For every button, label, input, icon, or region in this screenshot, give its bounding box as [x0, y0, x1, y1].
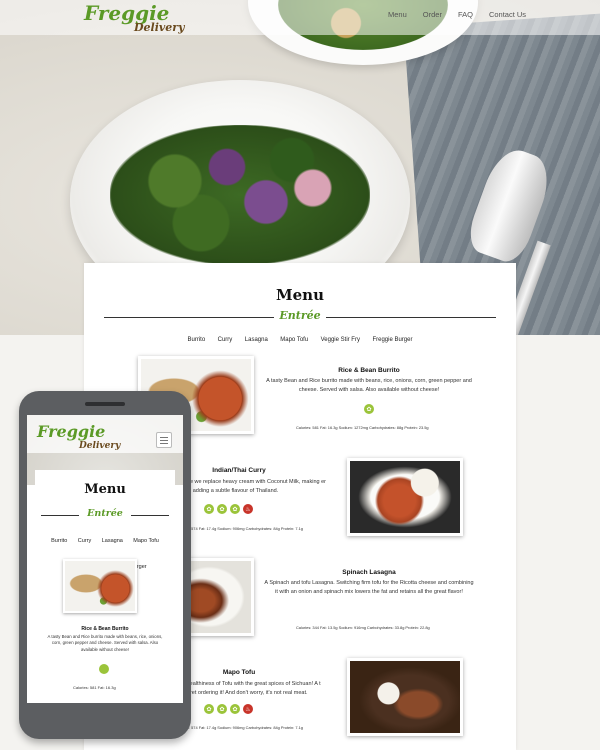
dish-nutrition: Calories: 581 Fat: 16.3g Sodium: 1272mg … [296, 425, 429, 430]
leaf-icon: ✿ [204, 704, 214, 714]
leaf-icon: ✿ [230, 504, 240, 514]
category-curry[interactable]: Curry [218, 337, 233, 343]
navbar: Freggie Delivery Menu Order FAQ Contact … [0, 0, 600, 35]
leaf-icon [99, 664, 109, 674]
mobile-logo-name[interactable]: Freggie [37, 422, 105, 441]
phone-mockup: Freggie Delivery Menu Entrée Burrito Cur… [19, 391, 191, 739]
mobile-category-lasagna[interactable]: Lasagna [102, 538, 123, 544]
mobile-dish-nutrition: Calories: 581 Fat: 16.3g [73, 685, 116, 690]
category-freggie-burger[interactable]: Freggie Burger [372, 337, 412, 343]
nav-menu[interactable]: Menu [380, 10, 415, 19]
mobile-dish-photo[interactable] [63, 559, 137, 613]
dish-badges: ✿ [364, 404, 374, 414]
dish-nutrition: Calories: 344 Fat: 13.5g Sodium: 916mg C… [296, 625, 430, 630]
divider-right [326, 317, 496, 318]
menu-title: Menu [276, 286, 324, 304]
mobile-category-burrito[interactable]: Burrito [51, 538, 67, 544]
hamburger-icon[interactable] [156, 432, 172, 448]
phone-speaker [85, 402, 125, 406]
leaf-icon: ✿ [230, 704, 240, 714]
mobile-dish-name: Rice & Bean Burrito [81, 626, 129, 632]
mobile-menu-card: Menu Entrée Burrito Curry Lasagna Mapo T… [35, 470, 175, 703]
leaf-icon: ✿ [217, 504, 227, 514]
dish-description: e healthiness of Tofu with the great spi… [182, 681, 321, 696]
dish-name: Rice & Bean Burrito [338, 367, 400, 374]
nav-contact-us[interactable]: Contact Us [481, 10, 534, 19]
dish-nutrition: ies: 574 Fat: 17.4g Sodium: 906mg Carboh… [184, 725, 303, 730]
leaf-icon: ✿ [204, 504, 214, 514]
logo-name: Freggie [84, 1, 170, 25]
phone-screen: Freggie Delivery Menu Entrée Burrito Cur… [27, 415, 183, 703]
dish-description: A Spinach and tofu Lasagna. Switching fi… [264, 580, 474, 595]
section-title: Entrée [279, 309, 321, 322]
category-mapo-tofu[interactable]: Mapo Tofu [280, 337, 308, 343]
leaf-icon: ✿ [217, 704, 227, 714]
logo-tagline: Delivery [134, 21, 185, 34]
mobile-logo-tagline: Delivery [79, 441, 121, 451]
dish-description: here we replace heavy cream with Coconut… [182, 479, 326, 494]
category-veggie-stir-fry[interactable]: Veggie Stir Fry [321, 337, 360, 343]
leaf-icon: ✿ [364, 404, 374, 414]
chili-icon: ♨ [243, 704, 253, 714]
dish-nutrition: ies: 574 Fat: 17.4g Sodium: 906mg Carboh… [184, 526, 303, 531]
dish-description: A tasty Bean and Rice burrito made with … [266, 378, 472, 393]
salad [110, 125, 370, 265]
logo[interactable]: Freggie Delivery [84, 1, 184, 33]
category-nav: Burrito Curry Lasagna Mapo Tofu Veggie S… [84, 328, 516, 346]
mobile-category-curry[interactable]: Curry [78, 538, 91, 544]
mobile-divider-right [131, 515, 169, 516]
chili-icon: ♨ [243, 504, 253, 514]
category-lasagna[interactable]: Lasagna [245, 337, 268, 343]
nav-order[interactable]: Order [415, 10, 450, 19]
mobile-menu-title: Menu [84, 482, 126, 497]
dish-badges: ✿ ✿ ✿ ♨ [204, 504, 253, 514]
dish-badges: ✿ ✿ ✿ ♨ [204, 704, 253, 714]
mobile-header: Freggie Delivery [27, 415, 183, 453]
dish-name: Spinach Lasagna [342, 569, 396, 576]
mobile-section-title: Entrée [87, 508, 123, 519]
main-nav: Menu Order FAQ Contact Us [380, 10, 534, 19]
dish-photo-mapo-tofu[interactable] [347, 658, 463, 736]
mobile-dish-description: A tasty Bean and Rice burrito made with … [47, 634, 163, 652]
dish-photo-curry[interactable] [347, 458, 463, 536]
category-burrito[interactable]: Burrito [188, 337, 206, 343]
mobile-category-mapo-tofu[interactable]: Mapo Tofu [133, 538, 159, 544]
nav-faq[interactable]: FAQ [450, 10, 481, 19]
